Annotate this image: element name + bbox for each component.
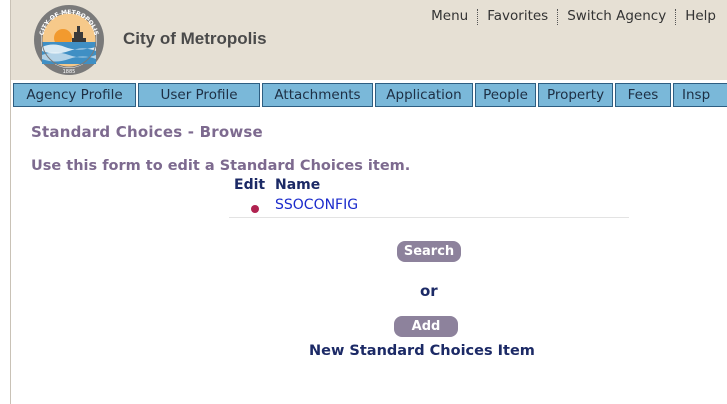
edit-bullet-icon[interactable] (251, 205, 259, 213)
tab-agency-profile[interactable]: Agency Profile (13, 83, 136, 107)
or-label: or (420, 282, 438, 300)
svg-text:1885: 1885 (63, 69, 76, 75)
form-instructions: Use this form to edit a Standard Choices… (31, 158, 411, 174)
tab-user-profile[interactable]: User Profile (138, 83, 260, 107)
tab-property[interactable]: Property (538, 83, 613, 107)
tab-inspections[interactable]: Insp (673, 83, 727, 107)
column-header-name: Name (275, 177, 321, 193)
column-header-edit: Edit (234, 177, 266, 193)
search-button[interactable]: Search (397, 241, 461, 262)
header: CITY OF METROPOLIS 1885 City of Metropol… (11, 0, 727, 80)
city-name: City of Metropolis (123, 29, 267, 48)
tab-fees[interactable]: Fees (615, 83, 671, 107)
top-nav: Menu Favorites Switch Agency Help (422, 8, 716, 25)
favorites-link[interactable]: Favorites (478, 8, 557, 25)
city-seal-logo: CITY OF METROPOLIS 1885 (34, 5, 104, 75)
help-link[interactable]: Help (676, 8, 716, 25)
switch-agency-link[interactable]: Switch Agency (558, 8, 675, 25)
tab-attachments[interactable]: Attachments (262, 83, 373, 107)
app-frame: CITY OF METROPOLIS 1885 City of Metropol… (10, 0, 727, 404)
new-item-label: New Standard Choices Item (309, 343, 535, 359)
item-link-ssoconfig[interactable]: SSOCONFIG (275, 197, 358, 213)
tab-bar: Agency Profile User Profile Attachments … (13, 83, 727, 107)
page-title: Standard Choices - Browse (31, 123, 263, 141)
tab-people[interactable]: People (475, 83, 536, 107)
row-divider (229, 217, 629, 218)
add-button[interactable]: Add (394, 316, 458, 337)
menu-link[interactable]: Menu (422, 8, 477, 25)
tab-application[interactable]: Application (375, 83, 473, 107)
